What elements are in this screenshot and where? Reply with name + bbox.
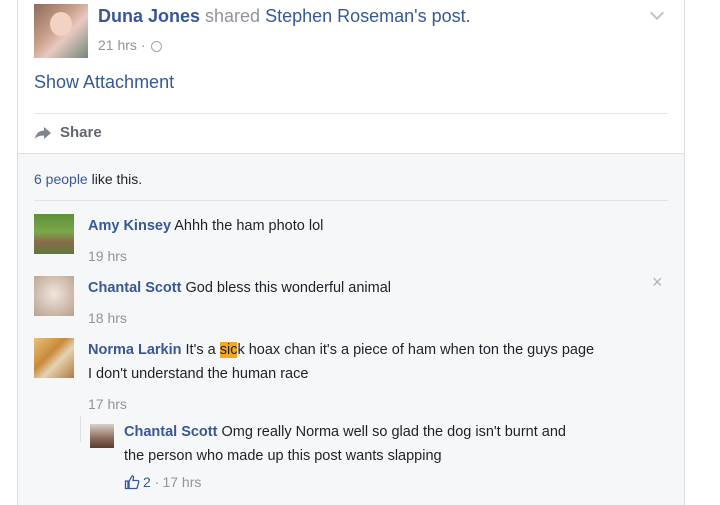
post-meta: 21 hrs ·	[98, 37, 163, 53]
comment-body: Norma Larkin It's a sick hoax chan it's …	[88, 338, 648, 416]
reply-body: Chantal Scott Omg really Norma well so g…	[124, 420, 644, 494]
reply-text: Omg really Norma well so glad the dog is…	[217, 424, 566, 440]
comment-text: Ahhh the ham photo lol	[171, 218, 324, 234]
close-icon[interactable]: ×	[652, 272, 663, 293]
share-arrow-icon	[35, 126, 51, 139]
post-header: Duna Jones shared Stephen Roseman's post…	[98, 6, 471, 27]
reply-name-link[interactable]: Chantal Scott	[124, 424, 217, 440]
share-label: Share	[60, 124, 102, 141]
shared-text: shared	[200, 6, 266, 26]
reply-avatar[interactable]	[90, 424, 114, 448]
meta-separator: ·	[154, 474, 160, 490]
comment-body: Chantal Scott God bless this wonderful a…	[88, 276, 648, 330]
globe-icon	[151, 40, 163, 52]
divider	[34, 113, 668, 114]
likes-summary: 6 people like this.	[34, 171, 142, 187]
meta-separator: ·	[136, 37, 150, 53]
avatar-face	[50, 12, 72, 36]
comment-body: Amy Kinsey Ahhh the ham photo lol 19 hrs	[88, 214, 648, 268]
highlighted-text: sic	[219, 342, 238, 358]
likes-count-link[interactable]: 6 people	[34, 171, 88, 187]
reply-thread-line	[80, 416, 81, 442]
reply-timestamp[interactable]: 17 hrs	[162, 470, 201, 494]
commenter-name-link[interactable]: Norma Larkin	[88, 342, 181, 358]
original-author-link[interactable]: Stephen Roseman's	[265, 6, 427, 26]
thumbs-up-icon[interactable]	[124, 474, 140, 490]
show-attachment-link[interactable]: Show Attachment	[34, 72, 174, 93]
chevron-down-icon[interactable]	[649, 5, 665, 21]
comment-text-start: It's a	[181, 342, 220, 358]
commenter-name-link[interactable]: Chantal Scott	[88, 280, 181, 296]
post-link[interactable]: post.	[427, 6, 471, 26]
comment-text: God bless this wonderful animal	[181, 280, 392, 296]
commenter-avatar[interactable]	[34, 338, 74, 378]
post-timestamp[interactable]: 21 hrs	[98, 37, 137, 53]
commenter-avatar[interactable]	[34, 276, 74, 316]
comments-section: 6 people like this. Amy Kinsey Ahhh the …	[18, 153, 684, 505]
reply-like-count[interactable]: 2	[143, 470, 151, 494]
comment-timestamp[interactable]: 18 hrs	[88, 306, 648, 330]
comment-timestamp[interactable]: 17 hrs	[88, 392, 648, 416]
reply-text-line2: the person who made up this post wants s…	[124, 448, 442, 464]
reply-meta: 2 · 17 hrs	[124, 470, 644, 494]
comment-timestamp[interactable]: 19 hrs	[88, 244, 648, 268]
author-name-link[interactable]: Duna Jones	[98, 6, 200, 26]
post-card: Duna Jones shared Stephen Roseman's post…	[17, 0, 685, 505]
divider	[34, 200, 668, 201]
likes-suffix: like this.	[87, 171, 143, 187]
commenter-avatar[interactable]	[34, 214, 74, 254]
share-button[interactable]: Share	[34, 124, 102, 141]
comment-text-rest: k hoax chan it's a piece of ham when ton…	[237, 342, 595, 358]
commenter-name-link[interactable]: Amy Kinsey	[88, 218, 171, 234]
comment-text-line2: I don't understand the human race	[88, 366, 309, 382]
author-avatar[interactable]	[34, 4, 88, 58]
